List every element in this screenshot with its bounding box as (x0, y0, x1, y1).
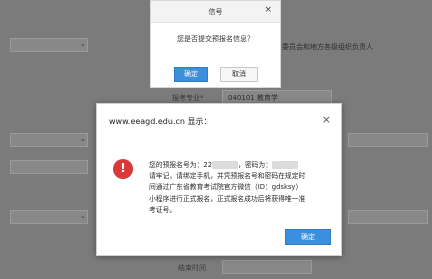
bg-subject-value: 040101 教育学 (228, 94, 278, 102)
alert-line-1-prefix: 您的预报名号为：22 (149, 161, 213, 169)
error-icon: ! (113, 159, 133, 179)
bg-right-text: 委员会和地方各级组织负责人 (282, 43, 373, 51)
bg-field-right-2 (348, 210, 428, 224)
redacted-number (212, 161, 239, 169)
confirm-dialog-title: 信号 (208, 8, 223, 16)
bg-select-4 (10, 210, 88, 224)
confirm-dialog-message: 您是否提交预报名信息？ (177, 35, 254, 43)
alert-line-1: 您的预报名号为：22 ，密码为： (149, 160, 335, 171)
confirm-cancel-button[interactable]: 取消 (220, 67, 258, 82)
bg-select-2 (10, 133, 88, 147)
bg-bottom-label: 结束时间 (178, 264, 206, 272)
alert-line-5: 考证号。 (149, 205, 177, 214)
alert-ok-button[interactable]: 确定 (285, 229, 331, 245)
chevron-down-icon: ⌄ (80, 40, 86, 48)
chevron-down-icon: ⌄ (80, 212, 86, 220)
alert-dialog: www.eeagd.edu.cn 显示： × ! 您的预报名号为：22 ，密码为：… (96, 103, 342, 256)
alert-line-4: 小程序进行正式报名，正式报名成功后将获得唯一准 (149, 194, 306, 203)
alert-dialog-title: www.eeagd.edu.cn 显示： (109, 117, 212, 126)
bg-subject-label: 报考专业* (172, 94, 204, 102)
alert-dialog-message: 您的预报名号为：22 ，密码为： 请牢记，请绑定手机，并凭预报名号和密码在规定时 … (149, 160, 335, 216)
bg-field-right-1 (348, 133, 428, 147)
bg-select-3 (10, 160, 88, 174)
redacted-password (272, 161, 299, 169)
close-icon[interactable]: × (322, 113, 331, 126)
bg-select-1 (10, 38, 88, 52)
alert-line-2: 请牢记，请绑定手机，并凭预报名号和密码在规定时 (149, 172, 306, 181)
confirm-ok-button[interactable]: 确定 (174, 67, 208, 82)
chevron-down-icon: ⌄ (80, 135, 86, 143)
confirm-dialog-header: 信号 × (151, 1, 280, 23)
alert-line-1-mid: ，密码为： (238, 161, 273, 169)
close-icon[interactable]: × (264, 5, 272, 15)
alert-line-3: 间通过广东省教育考试院官方微信（ID：gdsksy） (149, 183, 303, 192)
bg-bottom-field (222, 260, 312, 274)
confirm-dialog: 信号 × 您是否提交预报名信息？ 确定 取消 (150, 0, 281, 88)
